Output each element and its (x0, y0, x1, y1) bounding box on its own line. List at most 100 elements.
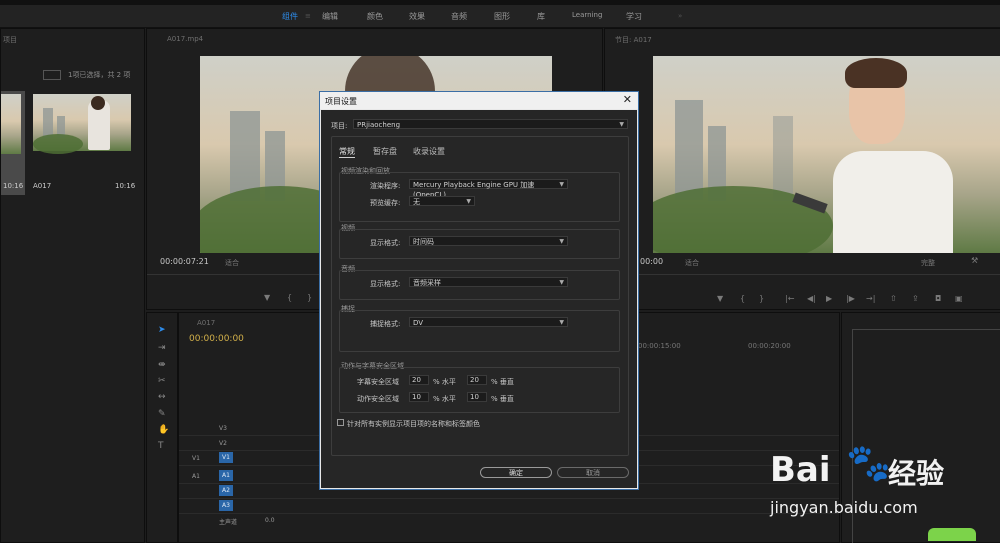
program-monitor: 节目: A017 00:00 适合 完整 ⚒ ▼ { } |← ◀| ▶ |▶ … (604, 28, 1000, 310)
tab-audio[interactable]: 音频 (451, 11, 467, 22)
chevron-down-icon: ▼ (559, 319, 564, 326)
master-track-value[interactable]: 0.0 (265, 517, 275, 524)
tab-learn[interactable]: 学习 (626, 11, 642, 22)
track-name[interactable]: A1 (219, 470, 233, 481)
chevron-down-icon: ▼ (559, 181, 564, 188)
audio-format-value: 音频采样 (413, 279, 441, 287)
track-name[interactable]: V2 (219, 440, 227, 447)
preview-cache-dropdown[interactable]: 无 ▼ (409, 196, 475, 206)
ripple-edit-tool-icon[interactable]: ⇼ (158, 360, 166, 370)
razor-tool-icon[interactable]: ✂ (158, 376, 166, 386)
step-back-icon[interactable]: ◀| (807, 294, 816, 303)
mark-in-icon[interactable]: { (740, 294, 745, 303)
play-icon[interactable]: ▶ (826, 294, 832, 303)
program-quality-dropdown[interactable]: 完整 (921, 258, 935, 268)
cancel-button[interactable]: 取消 (557, 467, 629, 478)
go-to-out-icon[interactable]: →| (866, 294, 875, 303)
project-panel-title: 项目 (3, 36, 17, 44)
track-select-tool-icon[interactable]: ⇥ (158, 343, 166, 353)
project-settings-dialog: 项目设置 ✕ 项目: PRjiaocheng ▼ 常规 暂存盘 收录设置 视频渲染… (319, 91, 639, 490)
title-safe-horizontal-input[interactable]: 20 (409, 375, 429, 385)
mark-in-icon[interactable]: { (287, 293, 292, 302)
icon-view-icon[interactable] (43, 70, 61, 80)
tab-scratch-disks[interactable]: 暂存盘 (373, 146, 397, 157)
track-name[interactable]: A3 (219, 500, 233, 511)
mark-out-icon[interactable]: } (307, 293, 312, 302)
more-workspaces-icon[interactable]: » (678, 12, 682, 20)
title-safe-vertical-input[interactable]: 20 (467, 375, 487, 385)
project-item-0[interactable]: 10:16 (1, 91, 25, 195)
tab-assembly[interactable]: 组件 (282, 11, 298, 22)
renderer-label: 渲染程序: (370, 182, 401, 190)
project-panel: 项目 1项已选择，共 2 项 10:16 A017 10:16 (0, 28, 145, 543)
wrench-icon[interactable]: ⚒ (971, 256, 978, 265)
show-labels-label: 针对所有实例显示项目项的名称和标签颜色 (347, 420, 480, 428)
source-fit-dropdown[interactable]: 适合 (225, 258, 239, 268)
program-monitor-title: 节目: A017 (615, 36, 652, 44)
watermark-brand2: 经验 (888, 457, 945, 490)
tab-editing[interactable]: 编辑 (322, 11, 338, 22)
program-scrubber[interactable] (605, 274, 1000, 275)
video-format-dropdown[interactable]: 时间码 ▼ (409, 236, 568, 246)
tab-learning[interactable]: Learning (572, 11, 602, 19)
preview-cache-label: 预览缓存: (370, 199, 401, 207)
project-name-value: PRjiaocheng (357, 121, 401, 129)
selection-tool-icon[interactable]: ➤ (158, 325, 166, 335)
action-safe-horizontal-input[interactable]: 10 (409, 392, 429, 402)
mark-out-icon[interactable]: } (759, 294, 764, 303)
tab-color[interactable]: 颜色 (367, 11, 383, 22)
track-target[interactable]: A1 (192, 473, 200, 480)
tab-effects[interactable]: 效果 (409, 11, 425, 22)
horizontal-unit: % 水平 (433, 378, 456, 386)
tab-graphics[interactable]: 图形 (494, 11, 510, 22)
program-fit-dropdown[interactable]: 适合 (685, 258, 699, 268)
add-marker-icon[interactable]: ▼ (264, 293, 270, 302)
track-name[interactable]: V3 (219, 425, 227, 432)
hand-tool-icon[interactable]: ✋ (158, 425, 169, 435)
action-safe-vertical-input[interactable]: 10 (467, 392, 487, 402)
source-timecode: 00:00:07:21 (160, 257, 209, 266)
chevron-down-icon: ▼ (559, 279, 564, 286)
ok-button[interactable]: 确定 (480, 467, 552, 478)
audio-format-dropdown[interactable]: 音频采样 ▼ (409, 277, 568, 287)
preview-cache-value: 无 (413, 198, 420, 206)
renderer-dropdown[interactable]: Mercury Playback Engine GPU 加速 (OpenCL) ▼ (409, 179, 568, 199)
project-name-field[interactable]: PRjiaocheng ▼ (353, 119, 628, 129)
step-forward-icon[interactable]: |▶ (846, 294, 855, 303)
tab-libraries[interactable]: 库 (537, 11, 545, 22)
show-labels-checkbox[interactable] (337, 419, 344, 426)
baidu-watermark: Bai 🐾 经验 jingyan.baidu.com (770, 432, 1000, 522)
timeline-title: A017 (197, 319, 216, 327)
program-video-frame (653, 56, 1000, 253)
subject-hair (845, 58, 907, 88)
group-safe-margins (339, 367, 620, 413)
slip-tool-icon[interactable]: ↔ (158, 392, 166, 402)
capture-format-dropdown[interactable]: DV ▼ (409, 317, 568, 327)
capture-format-value: DV (413, 319, 424, 327)
pen-tool-icon[interactable]: ✎ (158, 409, 166, 419)
export-frame-icon[interactable]: ◘ (935, 294, 941, 303)
track-target[interactable]: V1 (192, 455, 200, 462)
project-label: 项目: (331, 122, 348, 130)
tab-ingest-settings[interactable]: 收录设置 (413, 146, 445, 157)
dialog-titlebar: 项目设置 ✕ (320, 92, 638, 109)
tab-general[interactable]: 常规 (339, 146, 355, 158)
dialog-title: 项目设置 (325, 97, 357, 106)
project-item-1[interactable]: A017 10:16 (31, 91, 135, 195)
project-item-name: A017 (33, 182, 52, 190)
horizontal-unit: % 水平 (433, 395, 456, 403)
tab-menu-icon[interactable]: ≡ (305, 12, 311, 20)
comparison-view-icon[interactable]: ▣ (955, 294, 963, 303)
master-track-label: 主声道 (219, 519, 238, 526)
go-to-in-icon[interactable]: |← (785, 294, 794, 303)
selection-count: 1项已选择，共 2 项 (68, 71, 131, 79)
chevron-down-icon: ▼ (619, 121, 624, 128)
add-marker-icon[interactable]: ▼ (717, 294, 723, 303)
track-name[interactable]: A2 (219, 485, 233, 496)
track-name[interactable]: V1 (219, 452, 233, 463)
close-icon[interactable]: ✕ (623, 93, 632, 106)
lift-icon[interactable]: ⇧ (890, 294, 897, 303)
workspace-bar: 组件 ≡ 编辑 颜色 效果 音频 图形 库 Learning 学习 » (0, 5, 1000, 28)
type-tool-icon[interactable]: T (158, 441, 164, 451)
extract-icon[interactable]: ⇪ (912, 294, 919, 303)
